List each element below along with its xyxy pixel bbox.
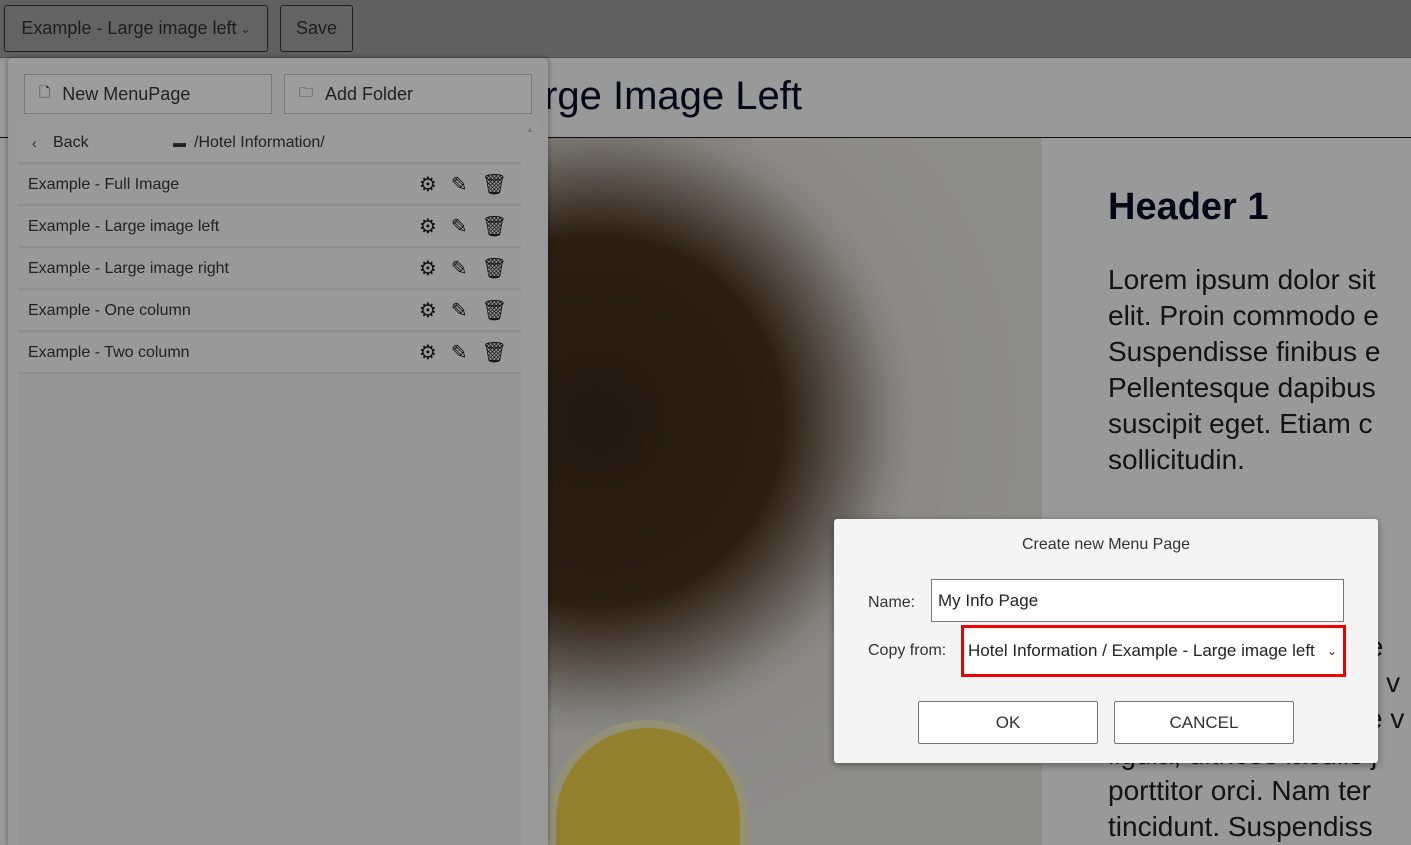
copy-from-value: Hotel Information / Example - Large imag… <box>968 641 1315 660</box>
page-item-label: Example - Large image right <box>28 259 229 277</box>
new-menupage-label: New MenuPage <box>62 83 191 104</box>
page-item-label: Example - Full Image <box>28 175 180 193</box>
chevron-down-icon: ⌄ <box>1326 644 1337 658</box>
page-list-item[interactable]: Example - Full Image ⚙ ✎ 🗑 <box>18 165 521 206</box>
page-list-item[interactable]: Example - One column ⚙ ✎ 🗑 <box>18 291 521 332</box>
add-folder-label: Add Folder <box>325 83 414 104</box>
copy-from-select[interactable]: Hotel Information / Example - Large imag… <box>961 625 1346 677</box>
back-row[interactable]: ‹ Back ▬ /Hotel Information/ <box>18 123 521 164</box>
menu-page-panel: 🗋 New MenuPage 🗀 Add Folder ‹ Back ▬ /Hote… <box>8 58 548 845</box>
folder-open-icon: ▬ <box>173 135 186 150</box>
edit-icon[interactable]: ✎ <box>451 298 468 323</box>
copy-from-label: Copy from: <box>868 642 947 659</box>
page-list-item[interactable]: Example - Two column ⚙ ✎ 🗑 <box>18 333 521 374</box>
folder-plus-icon: 🗀 <box>299 84 313 100</box>
new-menupage-button[interactable]: 🗋 New MenuPage <box>24 74 272 114</box>
page-list-item[interactable]: Example - Large image right ⚙ ✎ 🗑 <box>18 249 521 290</box>
gear-icon[interactable]: ⚙ <box>419 214 437 239</box>
trash-icon[interactable]: 🗑 <box>482 214 507 239</box>
gear-icon[interactable]: ⚙ <box>419 340 437 365</box>
name-label: Name: <box>868 594 916 611</box>
gear-icon[interactable]: ⚙ <box>419 256 437 281</box>
scrollbar[interactable]: ▲ <box>521 123 539 845</box>
page-item-label: Example - One column <box>28 301 191 319</box>
edit-icon[interactable]: ✎ <box>451 340 468 365</box>
create-menu-page-dialog: Create new Menu Page Name: Copy from: Ho… <box>834 519 1378 763</box>
gear-icon[interactable]: ⚙ <box>419 172 437 197</box>
trash-icon[interactable]: 🗑 <box>482 340 507 365</box>
page-list: ‹ Back ▬ /Hotel Information/ Example - F… <box>18 123 521 845</box>
folder-path: /Hotel Information/ <box>194 133 325 151</box>
ok-button[interactable]: OK <box>918 701 1098 744</box>
edit-icon[interactable]: ✎ <box>451 256 468 281</box>
trash-icon[interactable]: 🗑 <box>482 172 507 197</box>
chevron-left-icon: ‹ <box>32 134 37 151</box>
page-item-label: Example - Two column <box>28 343 190 361</box>
dialog-title: Create new Menu Page <box>1021 536 1191 553</box>
cancel-button[interactable]: CANCEL <box>1114 701 1294 744</box>
edit-icon[interactable]: ✎ <box>451 214 468 239</box>
add-folder-button[interactable]: 🗀 Add Folder <box>284 74 532 114</box>
page-list-item[interactable]: Example - Large image left ⚙ ✎ 🗑 <box>18 207 521 248</box>
back-label: Back <box>53 133 89 151</box>
gear-icon[interactable]: ⚙ <box>419 298 437 323</box>
trash-icon[interactable]: 🗑 <box>482 298 507 323</box>
name-input[interactable] <box>931 579 1344 622</box>
edit-icon[interactable]: ✎ <box>451 172 468 197</box>
trash-icon[interactable]: 🗑 <box>482 256 507 281</box>
file-plus-icon: 🗋 <box>39 84 51 100</box>
page-item-label: Example - Large image left <box>28 217 220 235</box>
